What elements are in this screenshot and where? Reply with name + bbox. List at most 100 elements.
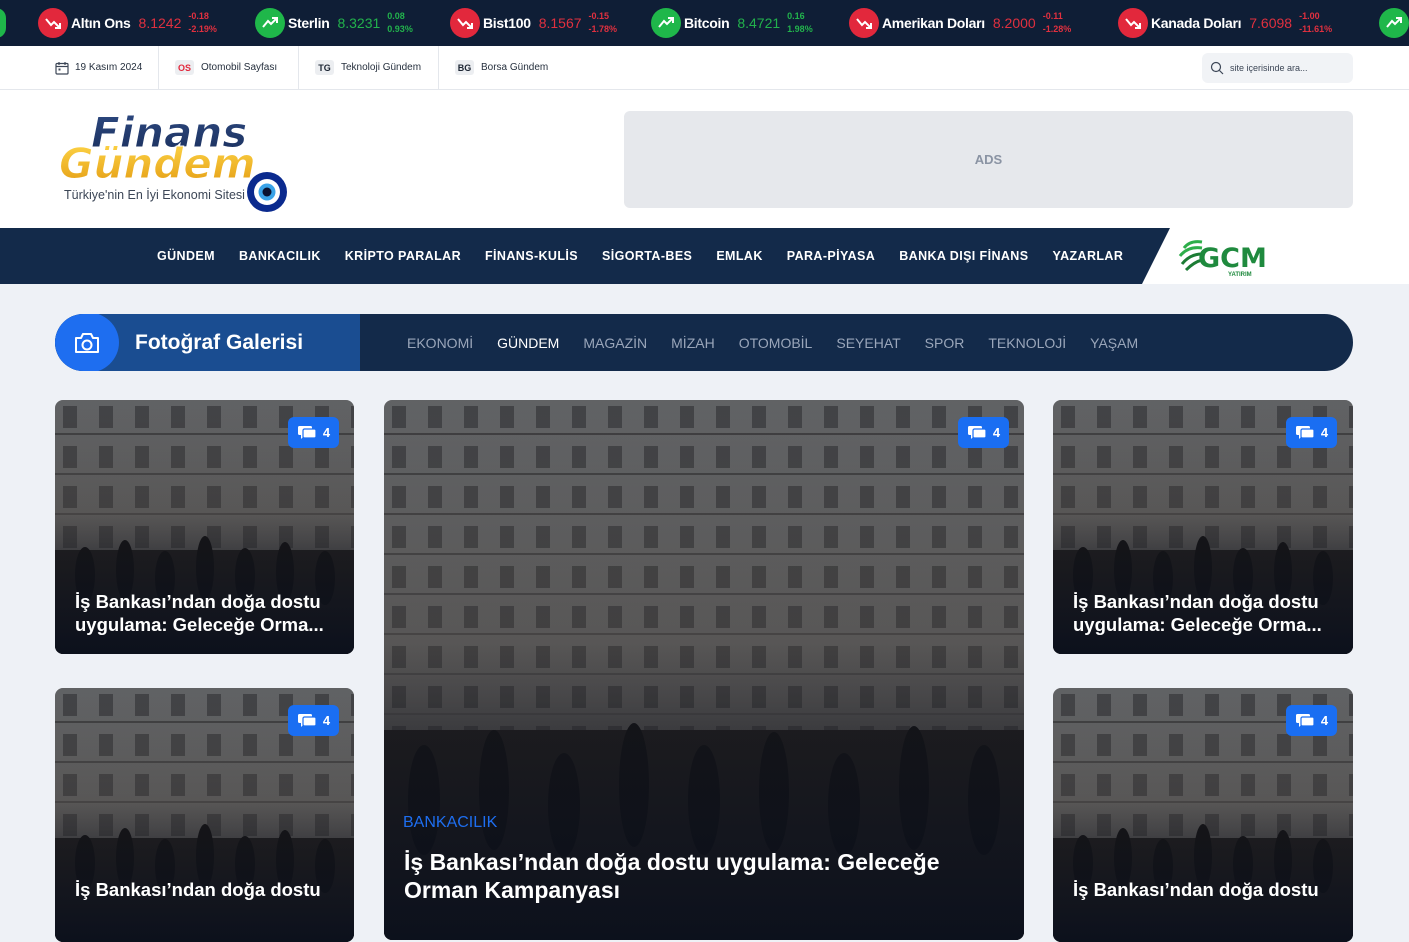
calendar-icon <box>55 61 69 75</box>
ticker-item[interactable]: Kanada Doları 7.6098 -1.00 -11.61% <box>1118 0 1332 46</box>
gcm-partner-logo[interactable]: GCM YATIRIM <box>1176 234 1286 280</box>
logo-word-gundem: Gündem <box>59 139 256 188</box>
trend-up-icon <box>1379 8 1409 38</box>
ticker-name: Bist100 <box>483 15 531 31</box>
search-icon[interactable] <box>1210 61 1224 75</box>
tab-seyehat[interactable]: SEYEHAT <box>836 335 900 351</box>
ticker-name: Altın Ons <box>71 15 131 31</box>
tab-mizah[interactable]: MİZAH <box>671 335 715 351</box>
ticker-name: Sterlin <box>288 15 330 31</box>
ticker-item[interactable]: Sterlin 8.3231 0.08 0.93% <box>255 0 413 46</box>
ticker-price: 8.4721 <box>737 15 781 31</box>
nav-item-bankacilik[interactable]: BANKACILIK <box>239 249 321 263</box>
tab-gundem[interactable]: GÜNDEM <box>497 335 559 351</box>
nav-item-sigorta-bes[interactable]: SİGORTA-BES <box>602 249 692 263</box>
top-bar: 19 Kasım 2024 OS Otomobil Sayfası TG Tek… <box>0 46 1409 90</box>
trend-down-icon <box>38 8 68 38</box>
nav-item-para-piyasa[interactable]: PARA-PİYASA <box>787 249 875 263</box>
tab-otomobil[interactable]: OTOMOBİL <box>739 335 813 351</box>
gallery-card[interactable]: 4 İş Bankası’ndan doğa dostu uygulama: G… <box>1053 400 1353 654</box>
comment-count-badge: 4 <box>1286 705 1337 736</box>
market-ticker: Altın Ons 8.1242 -0.18 -2.19% Sterlin 8.… <box>0 0 1409 46</box>
bg-badge: BG <box>455 60 474 75</box>
comment-count: 4 <box>322 713 331 728</box>
gcm-logo-text: GCM <box>1198 243 1267 274</box>
site-header: Finans Gündem Türkiye'nin En İyi Ekonomi… <box>0 90 1409 228</box>
ticker-price: 7.6098 <box>1249 15 1293 31</box>
nav-item-banka-disi-finans[interactable]: BANKA DIŞI FİNANS <box>899 249 1028 263</box>
ad-banner[interactable]: ADS <box>624 111 1353 208</box>
gallery-title: Fotoğraf Galerisi <box>135 330 304 354</box>
comments-icon <box>1295 713 1315 727</box>
comment-count: 4 <box>992 425 1001 440</box>
card-title[interactable]: İş Bankası’ndan doğa dostu <box>75 878 340 901</box>
ticker-name: Kanada Doları <box>1151 15 1242 31</box>
current-date: 19 Kasım 2024 <box>75 62 143 73</box>
tg-badge: TG <box>315 60 334 75</box>
trend-down-icon <box>849 8 879 38</box>
nav-item-yazarlar[interactable]: YAZARLAR <box>1052 249 1123 263</box>
search-box[interactable] <box>1202 53 1353 83</box>
ticker-name: Amerikan Doları <box>882 15 985 31</box>
link-otomobil-sayfasi[interactable]: OS Otomobil Sayfası <box>175 46 277 89</box>
tab-magazin[interactable]: MAGAZİN <box>583 335 647 351</box>
trend-down-icon <box>450 8 480 38</box>
ticker-change: -0.18 <box>188 11 209 21</box>
ticker-change: -0.15 <box>588 11 610 21</box>
comment-count-badge: 4 <box>958 417 1009 448</box>
card-category[interactable]: BANKACILIK <box>403 814 497 832</box>
link-label: Borsa Gündem <box>481 62 549 73</box>
partner-area: GCM YATIRIM <box>1142 228 1409 284</box>
comment-count-badge: 4 <box>288 417 339 448</box>
gallery-header: Fotoğraf Galerisi EKONOMİ GÜNDEM MAGAZİN… <box>55 314 1353 371</box>
site-logo[interactable]: Finans Gündem Türkiye'nin En İyi Ekonomi… <box>55 102 295 214</box>
nav-item-finans-kulis[interactable]: FİNANS-KULİS <box>485 249 578 263</box>
ticker-change: -0.11 <box>1042 11 1063 21</box>
card-title[interactable]: İş Bankası’ndan doğa dostu uygulama: Gel… <box>75 590 340 636</box>
ticker-item[interactable]: Bist100 8.1567 -0.15 -1.78% <box>450 0 617 46</box>
tab-spor[interactable]: SPOR <box>925 335 965 351</box>
link-teknoloji-gundem[interactable]: TG Teknoloji Gündem <box>315 46 421 89</box>
ticker-percent: 1.98% <box>787 24 813 34</box>
comment-count: 4 <box>1320 713 1329 728</box>
trend-down-icon <box>1118 8 1148 38</box>
tab-teknoloji[interactable]: TEKNOLOJİ <box>988 335 1066 351</box>
tab-yasam[interactable]: YAŞAM <box>1090 335 1138 351</box>
comments-icon <box>967 425 987 439</box>
comment-count: 4 <box>322 425 331 440</box>
comments-icon <box>297 425 317 439</box>
ticker-percent: -2.19% <box>188 24 217 34</box>
comment-count: 4 <box>1320 425 1329 440</box>
ticker-name: Bitcoin <box>684 15 730 31</box>
nav-item-kripto-paralar[interactable]: KRİPTO PARALAR <box>345 249 461 263</box>
link-borsa-gundem[interactable]: BG Borsa Gündem <box>455 46 548 89</box>
ticker-item[interactable]: Bitcoin 8.4721 0.16 1.98% <box>651 0 813 46</box>
date-display: 19 Kasım 2024 <box>55 46 142 89</box>
card-title[interactable]: İş Bankası’ndan doğa dostu uygulama: Gel… <box>1073 590 1338 636</box>
ticker-change: -1.00 <box>1299 11 1320 21</box>
card-title[interactable]: İş Bankası’ndan doğa dostu <box>1073 878 1338 901</box>
featured-card-title[interactable]: İş Bankası’ndan doğa dostu uygulama: Gel… <box>404 848 994 904</box>
trend-up-icon <box>651 8 681 38</box>
link-label: Teknoloji Gündem <box>341 62 422 73</box>
ticker-percent: -1.28% <box>1042 24 1072 34</box>
comments-icon <box>1295 425 1315 439</box>
nav-item-emlak[interactable]: EMLAK <box>716 249 762 263</box>
ticker-price: 8.1567 <box>538 15 582 31</box>
gallery-card[interactable]: 4 İş Bankası’ndan doğa dostu <box>1053 688 1353 942</box>
trend-up-icon <box>0 8 6 38</box>
ticker-item-partial <box>0 0 9 46</box>
ticker-item[interactable]: Altın Ons 8.1242 -0.18 -2.19% <box>38 0 217 46</box>
nav-item-gundem[interactable]: GÜNDEM <box>157 249 215 263</box>
comments-icon <box>297 713 317 727</box>
ticker-item[interactable]: Amerikan Doları 8.2000 -0.11 -1.28% <box>849 0 1071 46</box>
ticker-item-partial <box>1379 0 1409 46</box>
tab-ekonomi[interactable]: EKONOMİ <box>407 335 473 351</box>
featured-gallery-card[interactable]: 4 BANKACILIK İş Bankası’ndan doğa dostu … <box>384 400 1024 940</box>
ticker-change: 0.08 <box>387 11 405 21</box>
trend-up-icon <box>255 8 285 38</box>
comment-count-badge: 4 <box>288 705 339 736</box>
gallery-card[interactable]: 4 İş Bankası’ndan doğa dostu <box>55 688 354 942</box>
gallery-card[interactable]: 4 İş Bankası’ndan doğa dostu uygulama: G… <box>55 400 354 654</box>
search-input[interactable] <box>1230 63 1340 73</box>
